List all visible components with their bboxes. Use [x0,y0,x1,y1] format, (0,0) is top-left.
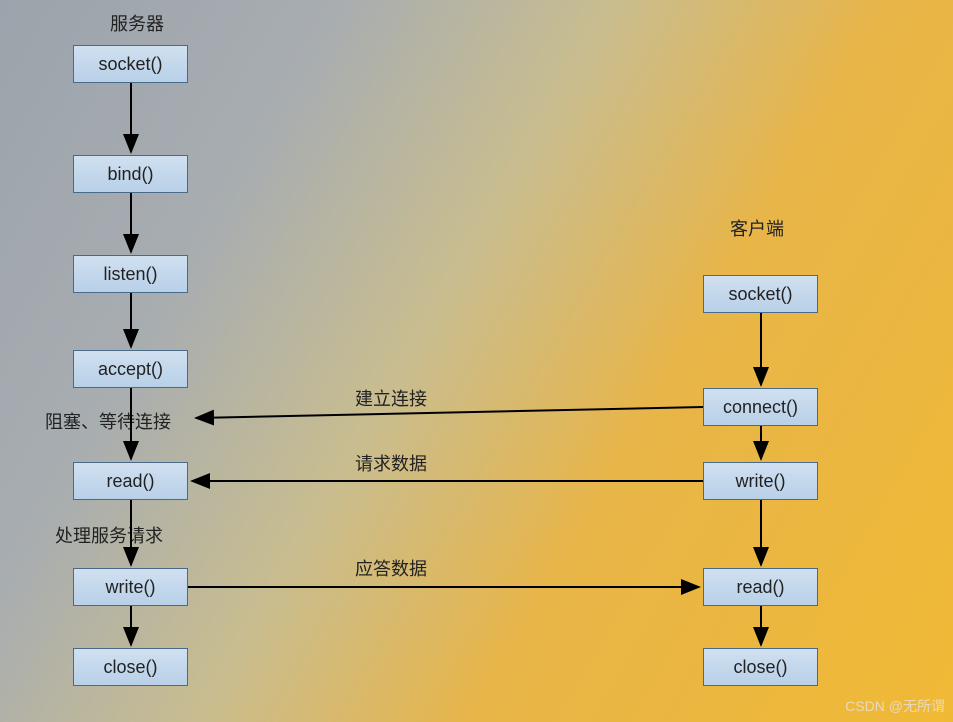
server-bind-node: bind() [73,155,188,193]
server-close-node: close() [73,648,188,686]
establish-label: 建立连接 [355,385,427,411]
server-write-node: write() [73,568,188,606]
watermark: CSDN @无所谓 [845,696,945,716]
server-read-node: read() [73,462,188,500]
server-socket-node: socket() [73,45,188,83]
server-accept-node: accept() [73,350,188,388]
client-socket-node: socket() [703,275,818,313]
client-read-node: read() [703,568,818,606]
server-listen-node: listen() [73,255,188,293]
server-title: 服务器 [110,10,164,36]
client-title: 客户端 [730,215,784,241]
client-write-node: write() [703,462,818,500]
response-label: 应答数据 [355,555,427,581]
process-req-label: 处理服务请求 [55,522,163,548]
client-connect-node: connect() [703,388,818,426]
request-label: 请求数据 [355,450,427,476]
client-close-node: close() [703,648,818,686]
block-wait-label: 阻塞、等待连接 [45,408,171,434]
